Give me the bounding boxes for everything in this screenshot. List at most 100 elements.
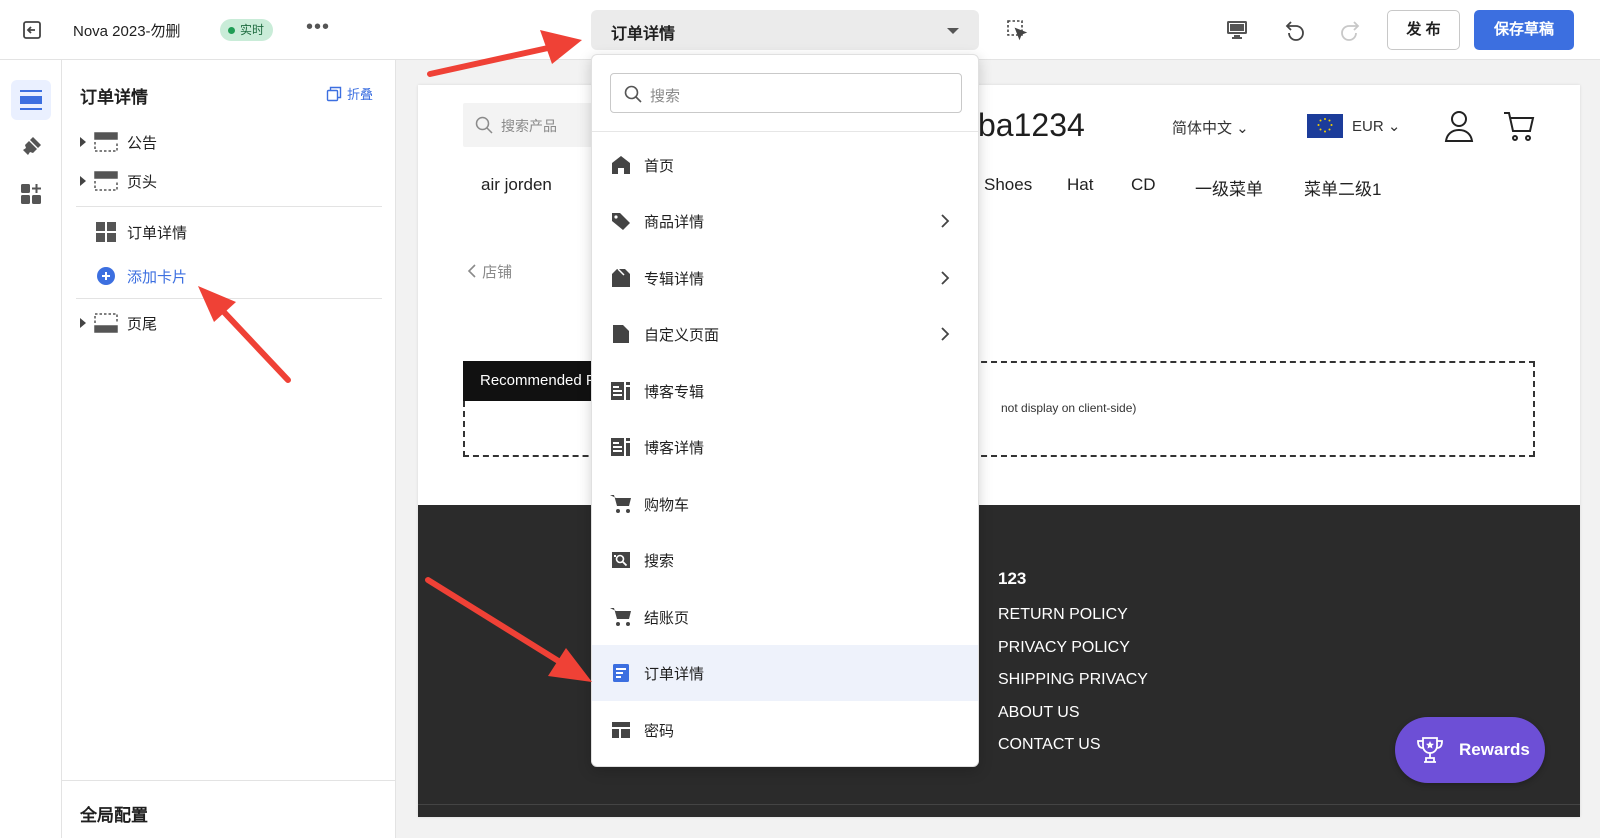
page-dropdown-menu: 搜索 首页 商品详情 专辑详情 自定义页面 博客专辑 博客详情 购物车 搜索 结… <box>591 54 979 767</box>
search-icon <box>475 116 493 134</box>
section-note: not display on client-side) <box>1001 401 1137 415</box>
store-logo[interactable]: ba1234 <box>978 107 1085 144</box>
nav-item[interactable]: Hat <box>1067 175 1093 195</box>
sidebar-item-label: 订单详情 <box>127 224 188 242</box>
redo-icon[interactable] <box>1338 17 1362 41</box>
dropdown-item-order-detail[interactable]: 订单详情 <box>592 645 978 701</box>
nav-item[interactable]: 菜单二级1 <box>1304 175 1381 200</box>
rail-sections-button[interactable] <box>11 80 51 120</box>
footer-heading: 123 <box>998 569 1027 588</box>
collapse-label: 折叠 <box>347 87 374 102</box>
home-icon <box>612 156 630 174</box>
sidebar-item-header[interactable]: 页头 <box>76 166 376 196</box>
global-config-button[interactable]: 全局配置 <box>62 780 396 838</box>
password-icon <box>612 722 630 738</box>
sidebar-item-label: 页头 <box>127 173 158 191</box>
footer-link[interactable]: CONTACT US <box>998 736 1101 754</box>
save-draft-button[interactable]: 保存草稿 <box>1474 10 1574 50</box>
live-dot-icon <box>228 26 235 34</box>
blog-icon <box>611 438 630 456</box>
chevron-right-icon <box>941 271 950 285</box>
expand-arrow-icon[interactable] <box>76 176 90 186</box>
dropdown-item-blog-detail[interactable]: 博客详情 <box>592 419 978 475</box>
dropdown-item-product-detail[interactable]: 商品详情 <box>592 193 978 249</box>
nav-item[interactable]: air jorden <box>481 175 552 195</box>
dropdown-item-custom-page[interactable]: 自定义页面 <box>592 306 978 362</box>
store-title: Nova 2023-勿删 <box>73 23 181 40</box>
dropdown-item-label: 首页 <box>644 157 675 175</box>
footer-link[interactable]: RETURN POLICY <box>998 606 1128 624</box>
blog-icon <box>611 382 630 400</box>
tag-icon <box>612 213 630 230</box>
nav-item[interactable]: CD <box>1131 175 1156 195</box>
section-tag: Recommended P <box>463 361 603 401</box>
element-select-icon[interactable] <box>1006 19 1028 41</box>
dropdown-item-label: 结账页 <box>644 609 690 627</box>
chevron-right-icon <box>941 214 950 228</box>
nav-item[interactable]: Shoes <box>984 175 1032 195</box>
order-icon <box>613 664 629 682</box>
eu-flag-icon <box>1307 114 1343 138</box>
dropdown-item-checkout[interactable]: 结账页 <box>592 589 978 645</box>
rail-theme-button[interactable] <box>11 127 51 167</box>
caret-down-icon <box>947 28 959 34</box>
back-to-store-label: 店铺 <box>482 264 513 281</box>
dropdown-item-label: 密码 <box>644 722 675 740</box>
footer-divider <box>418 804 1580 805</box>
dropdown-search-placeholder: 搜索 <box>650 88 681 105</box>
back-to-store-link[interactable]: 店铺 <box>466 261 512 282</box>
exit-icon[interactable] <box>20 18 44 42</box>
left-rail <box>0 60 62 838</box>
dropdown-item-password[interactable]: 密码 <box>592 702 978 758</box>
dropdown-item-label: 搜索 <box>644 552 675 570</box>
collapse-button[interactable]: 折叠 <box>326 84 373 103</box>
currency-selector[interactable]: EUR ⌄ <box>1352 117 1400 135</box>
publish-button[interactable]: 发 布 <box>1387 10 1460 50</box>
cart-icon[interactable] <box>1503 110 1535 142</box>
top-bar: Nova 2023-勿删 实时 ••• 订单详情 发 布 保存草稿 <box>0 0 1600 60</box>
undo-icon[interactable] <box>1283 17 1307 41</box>
sidebar-divider <box>76 298 382 299</box>
dropdown-item-search[interactable]: 搜索 <box>592 532 978 588</box>
footer-link[interactable]: PRIVACY POLICY <box>998 639 1130 657</box>
expand-arrow-icon[interactable] <box>76 318 90 328</box>
nav-item[interactable]: 一级菜单 <box>1195 175 1263 200</box>
trophy-icon <box>1417 737 1443 763</box>
user-icon[interactable] <box>1444 110 1474 142</box>
footer-link[interactable]: ABOUT US <box>998 704 1080 722</box>
language-label: 简体中文 <box>1172 120 1233 137</box>
page-selector-label: 订单详情 <box>611 26 676 43</box>
dropdown-item-cart[interactable]: 购物车 <box>592 476 978 532</box>
dropdown-item-label: 商品详情 <box>644 213 705 231</box>
dropdown-item-collection-detail[interactable]: 专辑详情 <box>592 250 978 306</box>
sidebar-title: 订单详情 <box>80 88 148 107</box>
add-card-button[interactable]: 添加卡片 <box>76 261 376 291</box>
preview-search-input[interactable]: 搜索产品 <box>463 103 603 147</box>
desktop-icon[interactable] <box>1225 18 1249 42</box>
rail-apps-button[interactable] <box>11 174 51 214</box>
header-section-icon <box>94 171 118 191</box>
footer-section-icon <box>94 313 118 333</box>
sidebar-item-label: 页尾 <box>127 315 158 333</box>
page-selector[interactable]: 订单详情 <box>591 10 979 50</box>
footer-link[interactable]: SHIPPING PRIVACY <box>998 671 1148 689</box>
sidebar-item-announcement[interactable]: 公告 <box>76 127 376 157</box>
dropdown-item-home[interactable]: 首页 <box>592 137 978 193</box>
collection-icon <box>612 268 630 287</box>
rewards-button[interactable]: Rewards <box>1395 717 1545 783</box>
cart-icon <box>610 608 631 626</box>
language-selector[interactable]: 简体中文 ⌄ <box>1172 117 1249 138</box>
sidebar-item-order-detail[interactable]: 订单详情 <box>76 217 376 247</box>
dropdown-item-label: 订单详情 <box>644 665 705 683</box>
sidebar-item-footer[interactable]: 页尾 <box>76 308 376 338</box>
dropdown-item-label: 专辑详情 <box>644 270 705 288</box>
apps-icon <box>21 184 41 204</box>
dropdown-item-label: 博客详情 <box>644 439 705 457</box>
paint-brush-icon <box>23 137 41 155</box>
expand-arrow-icon[interactable] <box>76 137 90 147</box>
search-placeholder: 搜索产品 <box>501 118 557 134</box>
more-options-button[interactable]: ••• <box>306 16 330 39</box>
dropdown-item-blog-collection[interactable]: 博客专辑 <box>592 363 978 419</box>
dropdown-search-input[interactable]: 搜索 <box>610 73 962 113</box>
header-section-icon <box>94 132 118 152</box>
